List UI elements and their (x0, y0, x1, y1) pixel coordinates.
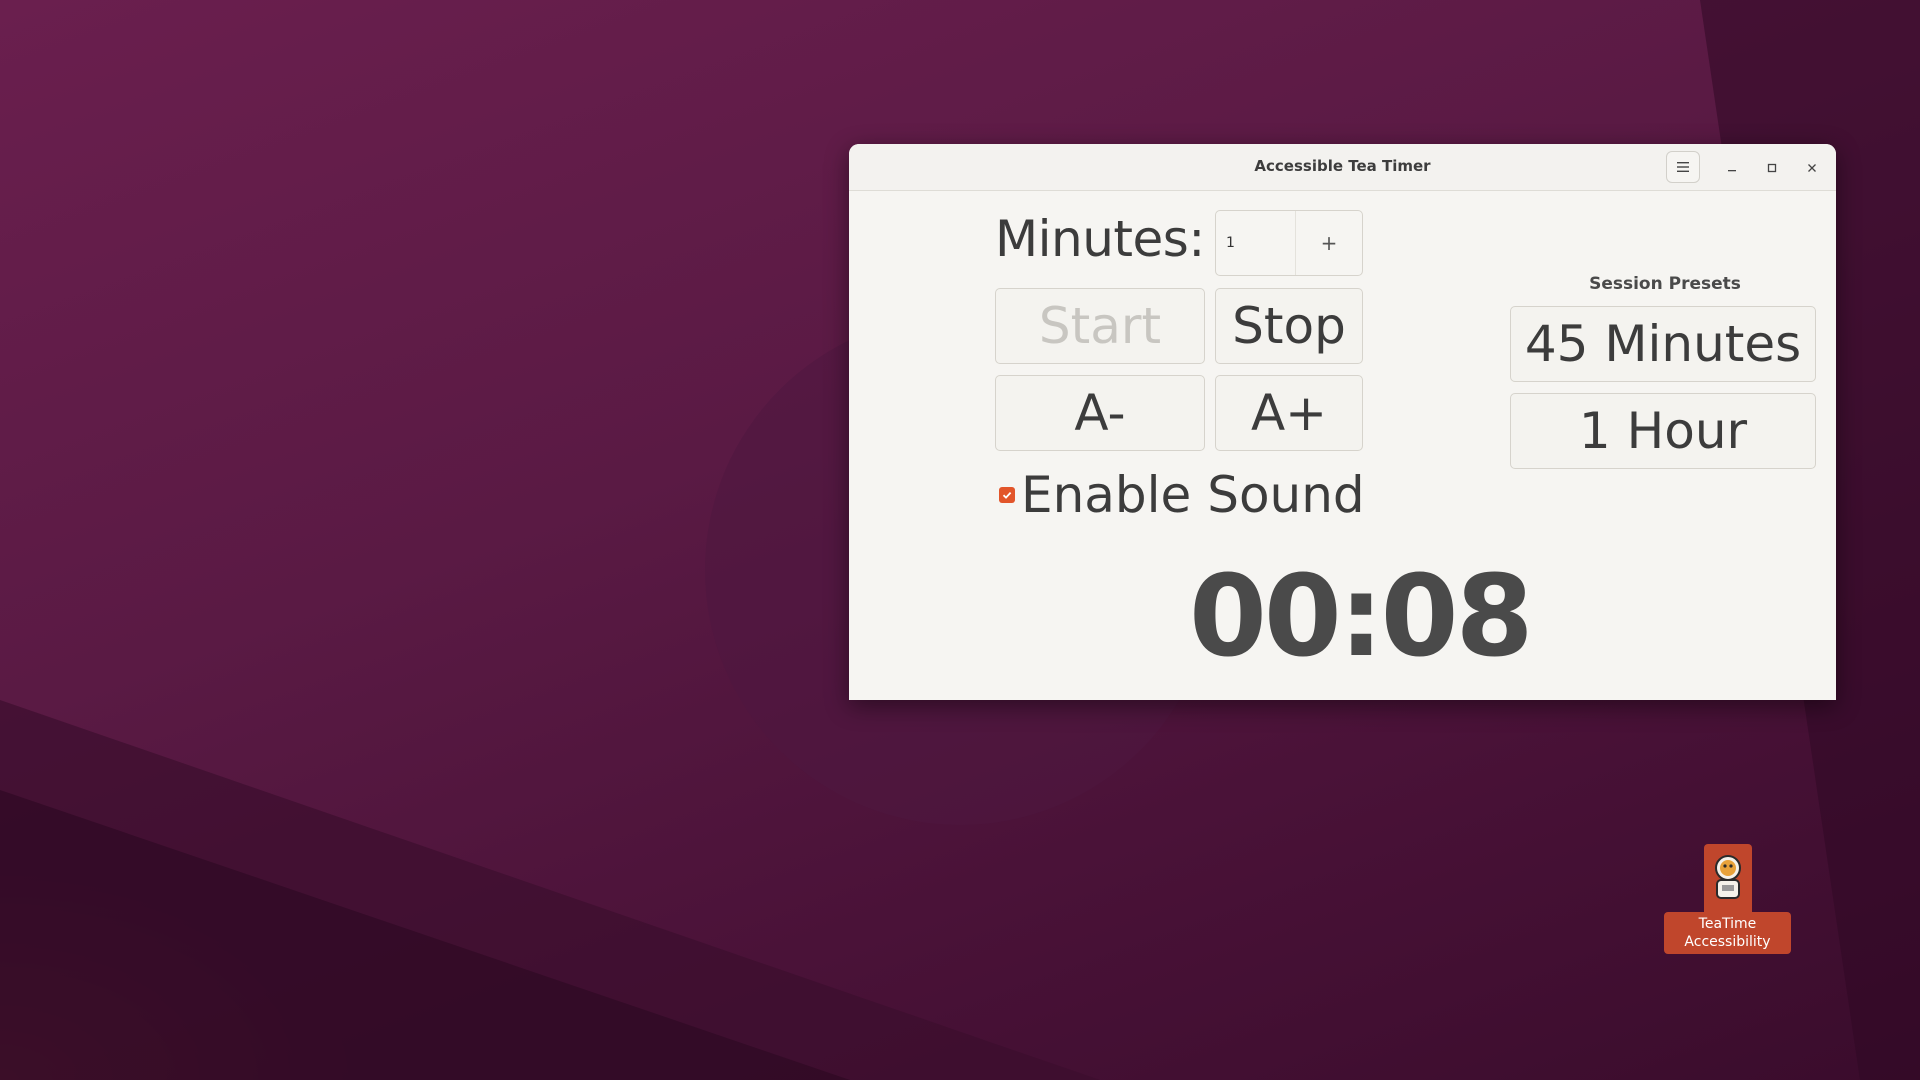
maximize-icon (1767, 163, 1777, 173)
astronaut-icon (1704, 844, 1752, 912)
hamburger-menu-icon (1677, 162, 1689, 172)
minimize-button[interactable] (1721, 157, 1743, 179)
decrease-font-button[interactable]: A- (995, 375, 1205, 451)
start-button[interactable]: Start (995, 288, 1205, 364)
minutes-label: Minutes: (995, 210, 1205, 268)
preset-45-minutes-button[interactable]: 45 Minutes (1510, 306, 1816, 382)
close-icon (1808, 164, 1816, 172)
close-button[interactable] (1801, 157, 1823, 179)
increase-font-button[interactable]: A+ (1215, 375, 1363, 451)
desktop-icon-label: TeaTime Accessibility (1664, 912, 1791, 954)
sound-checkbox[interactable] (999, 487, 1015, 503)
minimize-icon (1728, 170, 1736, 172)
tea-timer-window: Accessible Tea Timer Minutes: 1 + Start … (849, 144, 1836, 700)
minutes-spinner[interactable]: 1 + (1215, 210, 1363, 276)
stop-button[interactable]: Stop (1215, 288, 1363, 364)
maximize-button[interactable] (1761, 157, 1783, 179)
title-bar: Accessible Tea Timer (849, 144, 1836, 191)
hamburger-menu-button[interactable] (1666, 151, 1700, 183)
presets-title: Session Presets (1589, 274, 1741, 294)
sound-label: Enable Sound (1021, 466, 1365, 524)
desktop-icon-teatime[interactable]: TeaTime Accessibility (1664, 844, 1791, 954)
enable-sound-toggle[interactable]: Enable Sound (999, 465, 1365, 525)
desktop-icon-label-line2: Accessibility (1684, 934, 1771, 950)
countdown-display: 00:08 (1189, 552, 1534, 682)
increment-button[interactable]: + (1295, 211, 1362, 275)
preset-1-hour-button[interactable]: 1 Hour (1510, 393, 1816, 469)
desktop-icon-label-line1: TeaTime (1698, 916, 1757, 932)
minutes-input[interactable]: 1 (1226, 235, 1235, 251)
checkmark-icon (1002, 491, 1012, 499)
